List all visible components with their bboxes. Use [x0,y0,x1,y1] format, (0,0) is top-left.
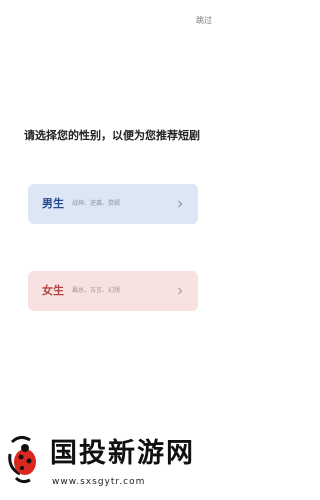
male-option-button[interactable]: 男生 战神、逆袭、赘婿 [28,184,198,224]
gender-prompt: 请选择您的性别，以便为您推荐短剧 [24,129,200,142]
chevron-right-icon [172,196,188,212]
ladybug-logo-icon [6,434,44,488]
male-option-title: 男生 [42,197,64,210]
watermark-banner: 国投新游网 www.sxsgytr.com [0,424,224,500]
male-option-tags: 战神、逆袭、赘婿 [72,200,121,207]
chevron-right-icon [172,283,188,299]
female-option-tags: 霸总、古言、幻想 [72,287,121,294]
female-option-title: 女生 [42,284,64,297]
watermark-url: www.sxsgytr.com [52,477,146,487]
female-option-button[interactable]: 女生 霸总、古言、幻想 [28,271,198,311]
watermark-brand-name: 国投新游网 [50,438,195,469]
skip-button[interactable]: 跳过 [196,16,212,26]
